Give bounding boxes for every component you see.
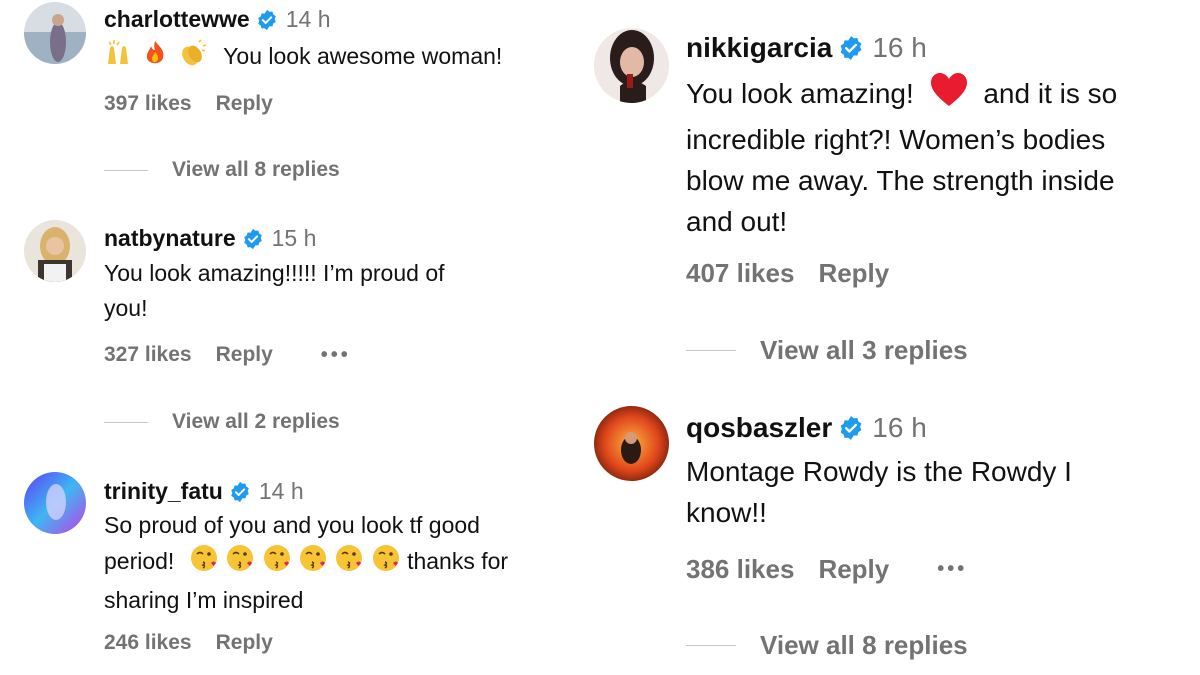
timestamp: 14 h	[258, 478, 304, 504]
comment-text: Montage Rowdy is the Rowdy I know!!	[686, 451, 1200, 533]
likes-count[interactable]: 327 likes	[104, 343, 192, 367]
avatar[interactable]	[24, 220, 86, 282]
view-replies-label: View all 8 replies	[760, 630, 968, 660]
comment-header: qosbaszler 16 h	[686, 412, 927, 444]
view-replies-label: View all 2 replies	[172, 410, 340, 433]
comment-text: So proud of you and you look tf good per…	[104, 508, 584, 618]
avatar[interactable]	[24, 472, 86, 534]
comment-body: You look awesome woman!	[223, 43, 503, 70]
likes-count[interactable]: 407 likes	[686, 258, 794, 289]
verified-badge-icon	[838, 35, 864, 61]
username-link[interactable]: trinity_fatu	[104, 478, 223, 505]
reply-button[interactable]: Reply	[216, 343, 273, 367]
comment-header: natbynature 15 h	[104, 225, 316, 252]
view-replies-button[interactable]: View all 8 replies	[104, 158, 340, 182]
emoji-group	[189, 545, 407, 574]
comment-body-line: incredible right?! Women’s bodies	[686, 124, 1106, 155]
divider	[104, 421, 148, 423]
divider	[686, 350, 736, 351]
verified-badge-icon	[242, 228, 264, 250]
comment-text: You look awesome woman!	[104, 38, 584, 78]
verified-badge-icon	[838, 415, 864, 441]
comment-header: nikkigarcia 16 h	[686, 32, 927, 64]
kissing-face-icon	[371, 543, 401, 583]
reply-button[interactable]: Reply	[818, 554, 889, 585]
timestamp: 14 h	[285, 6, 331, 32]
comment-body-line: and out!	[686, 206, 788, 237]
fire-icon	[140, 38, 170, 78]
comment-meta: 386 likes Reply •••	[686, 554, 967, 585]
username-link[interactable]: nikkigarcia	[686, 32, 832, 64]
timestamp: 16 h	[872, 412, 927, 443]
timestamp: 16 h	[872, 32, 927, 63]
comment-body-line: You look amazing!!!!! I’m proud of	[104, 260, 445, 286]
reply-button[interactable]: Reply	[216, 92, 273, 116]
verified-badge-icon	[229, 481, 251, 503]
comment-body-line: Montage Rowdy is the Rowdy I	[686, 456, 1072, 487]
red-heart-icon	[930, 72, 968, 119]
username-link[interactable]: qosbaszler	[686, 412, 832, 444]
view-replies-button[interactable]: View all 8 replies	[686, 630, 968, 661]
comment-meta: 397 likes Reply	[104, 92, 273, 116]
comment-body-fragment: period!	[104, 548, 175, 575]
view-replies-label: View all 8 replies	[172, 158, 340, 181]
more-options-icon[interactable]: •••	[321, 344, 351, 367]
comment-body-line: blow me away. The strength inside	[686, 165, 1115, 196]
comment-body-line-emoji: period! thanks for	[104, 543, 584, 583]
comment-body-line: know!!	[686, 497, 767, 528]
comment-text: You look amazing! and it is so incredibl…	[686, 72, 1200, 242]
likes-count[interactable]: 246 likes	[104, 631, 192, 655]
view-replies-button[interactable]: View all 2 replies	[104, 410, 340, 434]
kissing-face-icon	[262, 543, 292, 583]
verified-badge-icon	[256, 9, 278, 31]
reply-button[interactable]: Reply	[216, 631, 273, 655]
comment-header: trinity_fatu 14 h	[104, 478, 304, 505]
kissing-face-icon	[189, 543, 219, 583]
divider	[686, 645, 736, 646]
clapping-hands-icon	[177, 38, 207, 78]
comment-body-line: sharing I’m inspired	[104, 587, 304, 613]
comment-text: You look amazing!!!!! I’m proud of you!	[104, 256, 584, 326]
username-link[interactable]: charlottewwe	[104, 6, 250, 33]
comment-body-line-emoji: You look amazing! and it is so	[686, 72, 1200, 119]
avatar[interactable]	[594, 406, 669, 481]
divider	[104, 169, 148, 171]
avatar[interactable]	[594, 28, 669, 103]
comment-body-line: you!	[104, 295, 148, 321]
likes-count[interactable]: 386 likes	[686, 554, 794, 585]
reply-button[interactable]: Reply	[818, 258, 889, 289]
comment-meta: 407 likes Reply	[686, 258, 889, 289]
comment-body-fragment: You look amazing!	[686, 77, 914, 109]
kissing-face-icon	[225, 543, 255, 583]
raising-hands-icon	[104, 38, 134, 78]
more-options-icon[interactable]: •••	[937, 558, 967, 581]
kissing-face-icon	[298, 543, 328, 583]
comment-header: charlottewwe 14 h	[104, 6, 330, 33]
username-link[interactable]: natbynature	[104, 225, 236, 252]
comment-body-fragment: and it is so	[983, 77, 1118, 109]
comment-meta: 327 likes Reply •••	[104, 343, 351, 367]
timestamp: 15 h	[271, 225, 317, 251]
comment-body-fragment: thanks for	[407, 548, 509, 575]
comment-body-line: So proud of you and you look tf good	[104, 512, 480, 538]
avatar[interactable]	[24, 2, 86, 64]
view-replies-label: View all 3 replies	[760, 335, 968, 365]
comment-meta: 246 likes Reply	[104, 631, 273, 655]
likes-count[interactable]: 397 likes	[104, 92, 192, 116]
kissing-face-icon	[334, 543, 364, 583]
view-replies-button[interactable]: View all 3 replies	[686, 335, 968, 366]
